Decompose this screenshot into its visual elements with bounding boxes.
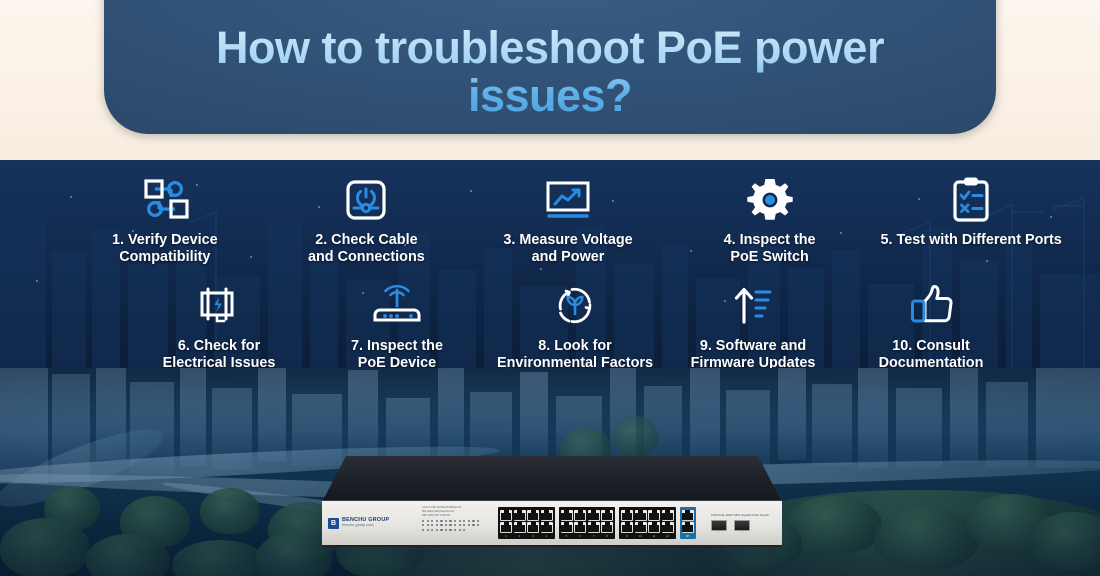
step-label: 7. Inspect the PoE Device [351, 337, 443, 368]
led-indicator-dots [418, 518, 480, 532]
rj45-port[interactable] [500, 522, 512, 533]
port-label: 7 [592, 535, 595, 538]
steps-row-2: 6. Check for Electrical Issues 7. Inspec… [0, 280, 1100, 368]
step-item-5[interactable]: 5. Test with Different Ports [870, 174, 1072, 266]
switch-model-text: 24/8 PoE 1000 SFP Gigabit PoE Switch [711, 512, 770, 517]
port-label: 6 [579, 535, 581, 538]
step-item-3[interactable]: 3. Measure Voltage and Power [467, 174, 669, 266]
header-panel: How to troubleshoot PoE power issues? [104, 0, 996, 134]
step-item-1[interactable]: 1. Verify Device Compatibility [64, 174, 266, 266]
port-label: 11 [652, 535, 656, 538]
rj45-port[interactable] [661, 509, 674, 521]
sfp-port[interactable] [711, 519, 727, 531]
rj45-port[interactable] [560, 509, 573, 521]
rj45-port[interactable] [540, 522, 553, 533]
router-wifi-icon [370, 280, 424, 332]
port-label: 9 [626, 535, 628, 538]
rj45-port[interactable] [574, 522, 586, 533]
network-nodes-icon [141, 174, 189, 226]
uplink-port-group[interactable]: UP [679, 507, 696, 539]
upgrade-arrow-icon [730, 280, 776, 332]
port-label: 12 [666, 535, 669, 538]
thumbs-up-icon [908, 280, 954, 332]
sfp-ports: 27 28 [711, 519, 782, 534]
step-label: 10. Consult Documentation and Support [878, 337, 984, 368]
rj45-port[interactable] [661, 522, 674, 533]
clipboard-checklist-icon [950, 174, 992, 226]
port-label: 10 [639, 535, 642, 538]
gear-icon [746, 174, 793, 226]
step-label: 5. Test with Different Ports [880, 232, 1062, 248]
rj45-port[interactable] [634, 522, 647, 533]
step-label: 1. Verify Device Compatibility [111, 232, 218, 265]
step-item-6[interactable]: 6. Check for Electrical Issues [130, 280, 308, 368]
step-label: 9. Software and Firmware Updates [690, 337, 816, 368]
led-legend-text: 24 Port PoE 10/100/1000Mbps Rx 802.3af/a… [422, 506, 462, 517]
rj45-port[interactable] [601, 522, 613, 533]
step-item-7[interactable]: 7. Inspect the PoE Device [308, 280, 486, 368]
rj45-port[interactable] [527, 522, 539, 533]
rj45-port[interactable] [648, 522, 660, 533]
port-label: 2 [518, 535, 521, 538]
rj45-uplink-port[interactable] [681, 522, 694, 533]
switch-sfp-area: 24/8 PoE 1000 SFP Gigabit PoE Switch 27 … [708, 501, 782, 545]
switch-reflection [328, 546, 776, 562]
page-title: How to troubleshoot PoE power issues? [104, 23, 996, 120]
step-item-4[interactable]: 4. Inspect the PoE Switch [669, 174, 871, 266]
rj45-port[interactable] [601, 509, 613, 521]
port-label: 3 [532, 535, 534, 538]
step-item-10[interactable]: 10. Consult Documentation and Support [842, 280, 1020, 368]
rj45-port[interactable] [621, 509, 633, 521]
switch-brand: B BENCHU GROUP benchu-group.com [322, 501, 418, 545]
step-item-2[interactable]: 2. Check Cable and Connections [266, 174, 468, 266]
steps-grid: 1. Verify Device Compatibility 2. Check … [0, 160, 1100, 368]
brand-logo-mark: B [328, 517, 339, 529]
port-group[interactable]: 9 10 11 12 [619, 507, 676, 539]
switch-top-cover [322, 456, 782, 502]
switch-ports-area: 1 2 3 4 5 6 7 8 9 10 11 12 UP [496, 501, 708, 545]
battery-bolt-icon [195, 280, 243, 332]
rj45-port[interactable] [621, 522, 633, 533]
rj45-port[interactable] [540, 509, 553, 521]
step-label: 3. Measure Voltage and Power [503, 232, 633, 265]
eco-leaf-cycle-icon [552, 280, 598, 332]
steps-section: 1. Verify Device Compatibility 2. Check … [0, 160, 1100, 368]
rj45-port[interactable] [513, 509, 526, 521]
rj45-port[interactable] [634, 509, 647, 521]
rj45-port[interactable] [648, 509, 660, 521]
sfp-label: 27 [717, 530, 721, 534]
monitor-chart-icon [543, 174, 593, 226]
steps-row-1: 1. Verify Device Compatibility 2. Check … [0, 174, 1100, 266]
rj45-port[interactable] [560, 522, 573, 533]
step-item-8[interactable]: 8. Look for Environmental Factors [486, 280, 664, 368]
port-label: 4 [545, 535, 548, 538]
rj45-port[interactable] [500, 509, 512, 521]
rj45-port[interactable] [587, 509, 600, 521]
rj45-port[interactable] [527, 509, 539, 521]
sfp-label: 28 [740, 530, 744, 534]
rj45-uplink-port[interactable] [681, 509, 694, 521]
port-group[interactable]: 5 6 7 8 [558, 507, 615, 539]
infographic-poster: How to troubleshoot PoE power issues? 1.… [0, 0, 1100, 576]
switch-front-panel: B BENCHU GROUP benchu-group.com 24 Port … [322, 500, 782, 547]
port-label: 8 [606, 535, 608, 538]
brand-url: benchu-group.com [342, 522, 374, 527]
port-group[interactable]: 1 2 3 4 [498, 507, 555, 539]
poe-switch-device: B BENCHU GROUP benchu-group.com 24 Port … [322, 456, 782, 562]
step-label: 6. Check for Electrical Issues [162, 337, 276, 368]
rj45-port[interactable] [513, 522, 526, 533]
rj45-port[interactable] [574, 509, 586, 521]
rj45-port[interactable] [587, 522, 600, 533]
port-label: 5 [565, 535, 568, 538]
step-item-9[interactable]: 9. Software and Firmware Updates [664, 280, 842, 368]
uplink-label: UP [685, 535, 690, 538]
step-label: 4. Inspect the PoE Switch [723, 232, 816, 265]
power-cable-panel-icon [343, 174, 389, 226]
switch-led-panel: 24 Port PoE 10/100/1000Mbps Rx 802.3af/a… [418, 501, 496, 545]
header-band: How to troubleshoot PoE power issues? [0, 0, 1100, 160]
step-label: 8. Look for Environmental Factors [497, 337, 653, 368]
step-label: 2. Check Cable and Connections [308, 232, 425, 265]
sfp-port[interactable] [734, 519, 750, 531]
port-label: 1 [505, 535, 507, 538]
